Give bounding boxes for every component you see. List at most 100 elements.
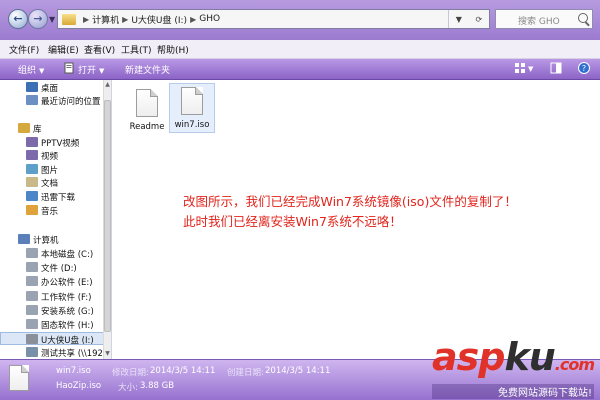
history-dropdown-icon[interactable]: ▼ (49, 15, 55, 24)
menu-help[interactable]: 帮助(H) (157, 43, 189, 56)
open-label: 打开 (78, 66, 97, 76)
nav-item-computer[interactable]: 计算机 (0, 233, 104, 246)
library-icon (18, 123, 30, 133)
details-size: 3.88 GB (140, 381, 175, 391)
network-drive-icon (26, 347, 38, 357)
nav-item-pptv[interactable]: PPTV视频 (0, 136, 104, 149)
watermark-brand-c: .com (554, 355, 595, 374)
nav-item-drive-h[interactable]: 固态软件 (H:) (0, 318, 104, 331)
forward-button[interactable]: → (28, 9, 48, 29)
navigation-pane: 桌面 最近访问的位置 库 PPTV视频 视频 图片 文档 迅雷下载 音乐 计算机… (0, 80, 112, 359)
chevron-right-icon[interactable]: ▶ (83, 15, 89, 24)
command-toolbar: 组织 ▼ 打开 ▼ 新建文件夹 ▼ ? (0, 59, 600, 80)
back-arrow-icon: ← (13, 12, 23, 25)
details-size-label: 大小: (118, 383, 138, 393)
folder-icon (62, 13, 76, 25)
menu-view[interactable]: 查看(V) (84, 43, 115, 56)
nav-item-label: PPTV视频 (41, 139, 80, 149)
nav-scrollbar[interactable]: ▲ ▼ (103, 80, 111, 359)
nav-item-drive-g[interactable]: 安装系统 (G:) (0, 304, 104, 317)
annotation-line-1: 改图所示，我们已经完成Win7系统镜像(iso)文件的复制了！ (183, 194, 517, 209)
nav-item-network-share[interactable]: 测试共享 (\\192.1 (0, 346, 111, 359)
annotation-line-2: 此时我们已经离安装Win7系统不远咯！ (183, 214, 402, 229)
open-button[interactable]: 打开 ▼ (78, 63, 104, 76)
document-icon (136, 89, 158, 117)
download-library-icon (26, 191, 38, 201)
music-library-icon (26, 205, 38, 215)
details-modified-label: 修改日期: (112, 368, 149, 378)
open-icon (64, 62, 74, 74)
drive-icon (26, 276, 38, 286)
nav-item-label: 测试共享 (\\192.1 (41, 349, 112, 359)
document-icon (181, 87, 203, 115)
nav-item-recent[interactable]: 最近访问的位置 (0, 94, 104, 107)
scroll-thumb[interactable] (104, 100, 111, 332)
nav-item-label: 文件 (D:) (41, 264, 77, 274)
scroll-down-icon[interactable]: ▼ (104, 350, 111, 358)
nav-item-label: 库 (33, 125, 42, 135)
forward-arrow-icon: → (33, 12, 43, 25)
refresh-icon[interactable]: ⟳ (476, 15, 483, 24)
details-pane: win7.iso 修改日期: 2014/3/5 14:11 创建日期: 2014… (0, 338, 600, 400)
breadcrumb: ▶ 计算机 ▶ U大侠U盘 (I:) ▶ GHO (80, 13, 220, 26)
nav-item-drive-c[interactable]: 本地磁盘 (C:) (0, 247, 104, 260)
nav-item-downloads[interactable]: 迅雷下载 (0, 190, 104, 203)
address-dropdown-icon[interactable]: ▼ (456, 15, 462, 24)
chevron-right-icon[interactable]: ▶ (190, 15, 196, 24)
help-icon[interactable]: ? (578, 62, 590, 74)
nav-item-music[interactable]: 音乐 (0, 204, 104, 217)
nav-item-label: 最近访问的位置 (41, 97, 101, 107)
nav-item-drive-e[interactable]: 办公软件 (E:) (0, 275, 104, 288)
drive-icon (26, 291, 38, 301)
nav-item-pictures[interactable]: 图片 (0, 163, 104, 176)
usb-drive-icon (26, 334, 38, 344)
breadcrumb-computer[interactable]: 计算机 (92, 13, 119, 26)
nav-item-documents[interactable]: 文档 (0, 176, 104, 189)
scroll-up-icon[interactable]: ▲ (104, 81, 111, 89)
nav-item-label: 本地磁盘 (C:) (41, 250, 94, 260)
details-file-thumbnail (9, 365, 37, 395)
watermark-brand-b: ku (504, 335, 555, 379)
preview-pane-icon[interactable] (550, 62, 562, 74)
menu-tools[interactable]: 工具(T) (121, 43, 152, 56)
nav-item-drive-i[interactable]: U大侠U盘 (I:) (0, 332, 104, 346)
watermark-logo: aspku.com 免费网站源码下载站! (431, 335, 595, 399)
nav-item-drive-d[interactable]: 文件 (D:) (0, 261, 104, 274)
breadcrumb-usb-drive[interactable]: U大侠U盘 (I:) (131, 13, 187, 26)
menu-file[interactable]: 文件(F) (9, 43, 39, 56)
breadcrumb-gho[interactable]: GHO (199, 14, 220, 24)
file-item-readme[interactable]: Readme (124, 86, 170, 136)
details-app: HaoZip.iso (56, 381, 102, 391)
nav-item-label: 办公软件 (E:) (41, 278, 93, 288)
nav-item-libraries[interactable]: 库 (0, 122, 104, 135)
file-item-win7-iso[interactable]: win7.iso (169, 83, 215, 133)
chevron-right-icon[interactable]: ▶ (122, 15, 128, 24)
details-created: 2014/3/5 14:11 (265, 366, 331, 376)
documents-library-icon (26, 177, 38, 187)
details-filename: win7.iso (56, 366, 91, 376)
computer-icon (18, 234, 30, 244)
nav-item-label: 桌面 (41, 84, 59, 94)
view-options-icon[interactable] (514, 62, 526, 74)
nav-item-drive-f[interactable]: 工作软件 (F:) (0, 290, 104, 303)
new-folder-button[interactable]: 新建文件夹 (125, 63, 170, 76)
nav-item-desktop[interactable]: 桌面 (0, 81, 104, 94)
video-library-icon (26, 150, 38, 160)
nav-item-label: 固态软件 (H:) (41, 321, 94, 331)
recent-places-icon (26, 95, 38, 105)
back-button[interactable]: ← (8, 9, 28, 29)
view-dropdown-icon[interactable]: ▼ (528, 65, 533, 73)
address-controls: ▼ ⟳ (448, 10, 489, 28)
organize-button[interactable]: 组织 ▼ (18, 63, 44, 76)
search-icon (578, 13, 588, 23)
nav-item-label: 图片 (41, 166, 59, 176)
document-icon (9, 365, 29, 391)
search-input[interactable]: 搜索 GHO (495, 9, 593, 29)
nav-item-videos[interactable]: 视频 (0, 149, 104, 162)
desktop-icon (26, 82, 38, 92)
svg-text:?: ? (582, 64, 586, 73)
address-bar[interactable]: ▶ 计算机 ▶ U大侠U盘 (I:) ▶ GHO ▼ ⟳ (57, 9, 490, 29)
search-placeholder: 搜索 GHO (518, 17, 560, 27)
explorer-window: ← → ▼ ▶ 计算机 ▶ U大侠U盘 (I:) ▶ GHO ▼ ⟳ 搜索 GH… (0, 0, 600, 400)
menu-edit[interactable]: 编辑(E) (48, 43, 79, 56)
